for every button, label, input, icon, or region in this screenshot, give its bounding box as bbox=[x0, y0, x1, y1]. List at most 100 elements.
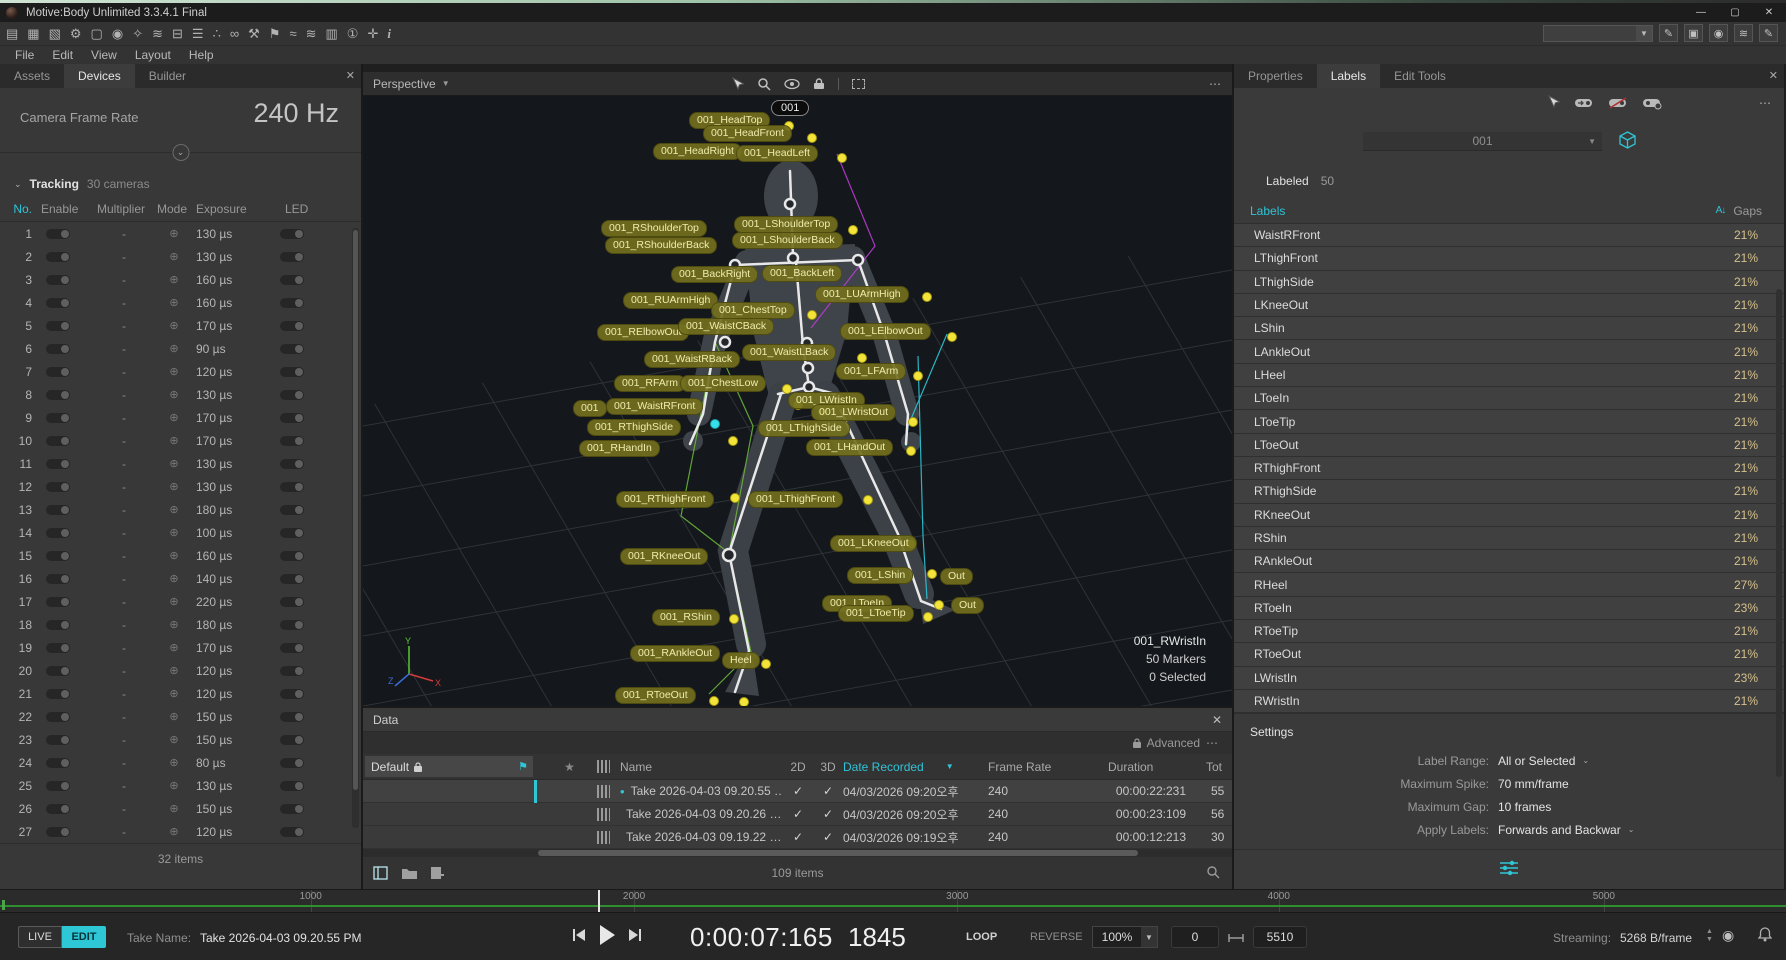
enable-toggle[interactable] bbox=[46, 551, 70, 561]
enable-toggle[interactable] bbox=[46, 482, 70, 492]
enable-toggle[interactable] bbox=[46, 252, 70, 262]
enable-toggle[interactable] bbox=[46, 781, 70, 791]
exposure-value[interactable]: 160 µs bbox=[196, 273, 272, 287]
close-panel-icon[interactable]: ✕ bbox=[1769, 69, 1778, 82]
column-no[interactable]: No. bbox=[4, 202, 38, 216]
led-toggle[interactable] bbox=[280, 735, 304, 745]
column-enable[interactable]: Enable bbox=[38, 202, 96, 216]
multiplier-value[interactable]: - bbox=[96, 227, 152, 241]
tab-properties[interactable]: Properties bbox=[1234, 64, 1317, 88]
save-as-icon[interactable]: ▧ bbox=[49, 27, 61, 40]
close-button[interactable]: ✕ bbox=[1752, 3, 1786, 22]
chart-icon[interactable]: ▥ bbox=[325, 27, 337, 40]
setting-value[interactable]: All or Selected⌄ bbox=[1498, 754, 1589, 768]
range-end-input[interactable]: 5510 bbox=[1253, 926, 1307, 948]
enable-toggle[interactable] bbox=[46, 459, 70, 469]
lock-tool-icon[interactable] bbox=[813, 77, 825, 90]
mode-icon[interactable]: ⊕ bbox=[152, 365, 196, 378]
camera-row[interactable]: 8 - ⊕ 130 µs bbox=[0, 383, 361, 406]
camera-row[interactable]: 19 - ⊕ 170 µs bbox=[0, 636, 361, 659]
menu-item[interactable]: File bbox=[6, 48, 43, 62]
led-toggle[interactable] bbox=[280, 459, 304, 469]
exposure-value[interactable]: 150 µs bbox=[196, 802, 272, 816]
enable-toggle[interactable] bbox=[46, 413, 70, 423]
exposure-value[interactable]: 100 µs bbox=[196, 526, 272, 540]
exposure-value[interactable]: 170 µs bbox=[196, 434, 272, 448]
enable-toggle[interactable] bbox=[46, 367, 70, 377]
setting-value[interactable]: 10 frames bbox=[1498, 800, 1558, 814]
marker-dot[interactable] bbox=[857, 353, 867, 363]
exposure-value[interactable]: 150 µs bbox=[196, 710, 272, 724]
marker-label[interactable]: 001_LKneeOut bbox=[830, 535, 917, 552]
camera-row[interactable]: 14 - ⊕ 100 µs bbox=[0, 521, 361, 544]
marker-dot[interactable] bbox=[908, 417, 918, 427]
exposure-value[interactable]: 180 µs bbox=[196, 618, 272, 632]
led-toggle[interactable] bbox=[280, 505, 304, 515]
mode-icon[interactable]: ⊕ bbox=[152, 572, 196, 585]
exposure-value[interactable]: 90 µs bbox=[196, 342, 272, 356]
enable-toggle[interactable] bbox=[46, 804, 70, 814]
favorite-column-icon[interactable]: ★ bbox=[553, 760, 586, 774]
close-data-panel-icon[interactable]: ✕ bbox=[1212, 713, 1222, 727]
tag-icon[interactable]: ⚑ bbox=[269, 27, 281, 40]
labels-list-header[interactable]: Labels bbox=[1250, 204, 1285, 218]
tab-labels[interactable]: Labels bbox=[1317, 64, 1380, 88]
mode-icon[interactable]: ⊕ bbox=[152, 434, 196, 447]
enable-toggle[interactable] bbox=[46, 666, 70, 676]
marker-dot[interactable] bbox=[837, 153, 847, 163]
exposure-value[interactable]: 130 µs bbox=[196, 480, 272, 494]
label-row[interactable]: LKneeOut 21% bbox=[1234, 294, 1784, 317]
enable-toggle[interactable] bbox=[46, 689, 70, 699]
capture-icon[interactable]: ◉ bbox=[1709, 24, 1728, 42]
multiplier-value[interactable]: - bbox=[96, 710, 152, 724]
skeleton-id-tag[interactable]: 001 bbox=[771, 100, 809, 116]
marker-label[interactable]: 001_HeadFront bbox=[703, 125, 792, 142]
marker-dot[interactable] bbox=[922, 292, 932, 302]
live-mode-button[interactable]: LIVE bbox=[18, 926, 62, 948]
camera-row[interactable]: 13 - ⊕ 180 µs bbox=[0, 498, 361, 521]
marker-label[interactable]: 001_RHandIn bbox=[579, 440, 660, 457]
camera-row[interactable]: 6 - ⊕ 90 µs bbox=[0, 337, 361, 360]
advanced-label[interactable]: Advanced bbox=[1147, 736, 1200, 750]
exposure-value[interactable]: 120 µs bbox=[196, 365, 272, 379]
camera-row[interactable]: 23 - ⊕ 150 µs bbox=[0, 728, 361, 751]
remove-labels-tag-icon[interactable] bbox=[1608, 97, 1628, 109]
tracks-column-icon[interactable] bbox=[597, 760, 610, 773]
info-icon[interactable]: i bbox=[387, 27, 391, 40]
advanced-menu-icon[interactable]: ⋯ bbox=[1206, 736, 1218, 750]
marker-label[interactable]: 001_LHandOut bbox=[806, 439, 893, 456]
label-row[interactable]: LHeel 21% bbox=[1234, 364, 1784, 387]
label-row[interactable]: RKneeOut 21% bbox=[1234, 504, 1784, 527]
column-duration[interactable]: Duration bbox=[1108, 760, 1206, 774]
new-file-icon[interactable] bbox=[430, 866, 444, 880]
label-row[interactable]: RToeIn 23% bbox=[1234, 597, 1784, 620]
marker-dot[interactable] bbox=[730, 493, 740, 503]
mode-icon[interactable]: ⊕ bbox=[152, 457, 196, 470]
multiplier-value[interactable]: - bbox=[96, 503, 152, 517]
previous-frame-button[interactable] bbox=[572, 927, 586, 946]
enable-toggle[interactable] bbox=[46, 597, 70, 607]
multiplier-value[interactable]: - bbox=[96, 779, 152, 793]
multiplier-value[interactable]: - bbox=[96, 365, 152, 379]
enable-toggle[interactable] bbox=[46, 321, 70, 331]
multiplier-value[interactable]: - bbox=[96, 756, 152, 770]
range-start-input[interactable]: 0 bbox=[1171, 926, 1219, 948]
marker-label[interactable]: 001_RThighFront bbox=[616, 491, 714, 508]
led-toggle[interactable] bbox=[280, 666, 304, 676]
led-toggle[interactable] bbox=[280, 643, 304, 653]
marker-label[interactable]: 001_RToeOut bbox=[615, 687, 696, 704]
led-toggle[interactable] bbox=[280, 298, 304, 308]
exposure-value[interactable]: 130 µs bbox=[196, 388, 272, 402]
multiplier-value[interactable]: - bbox=[96, 273, 152, 287]
take-row[interactable]: Take 2026-04-03 09.20.26 … ✓ ✓ 04/03/202… bbox=[363, 803, 1232, 826]
led-toggle[interactable] bbox=[280, 551, 304, 561]
take-row[interactable]: •Take 2026-04-03 09.20.55 … ✓ ✓ 04/03/20… bbox=[363, 780, 1232, 803]
led-toggle[interactable] bbox=[280, 758, 304, 768]
marker-label[interactable]: 001_RUArmHigh bbox=[623, 292, 718, 309]
enable-toggle[interactable] bbox=[46, 344, 70, 354]
enable-toggle[interactable] bbox=[46, 390, 70, 400]
led-toggle[interactable] bbox=[280, 390, 304, 400]
led-toggle[interactable] bbox=[280, 436, 304, 446]
multiplier-value[interactable]: - bbox=[96, 319, 152, 333]
led-toggle[interactable] bbox=[280, 781, 304, 791]
